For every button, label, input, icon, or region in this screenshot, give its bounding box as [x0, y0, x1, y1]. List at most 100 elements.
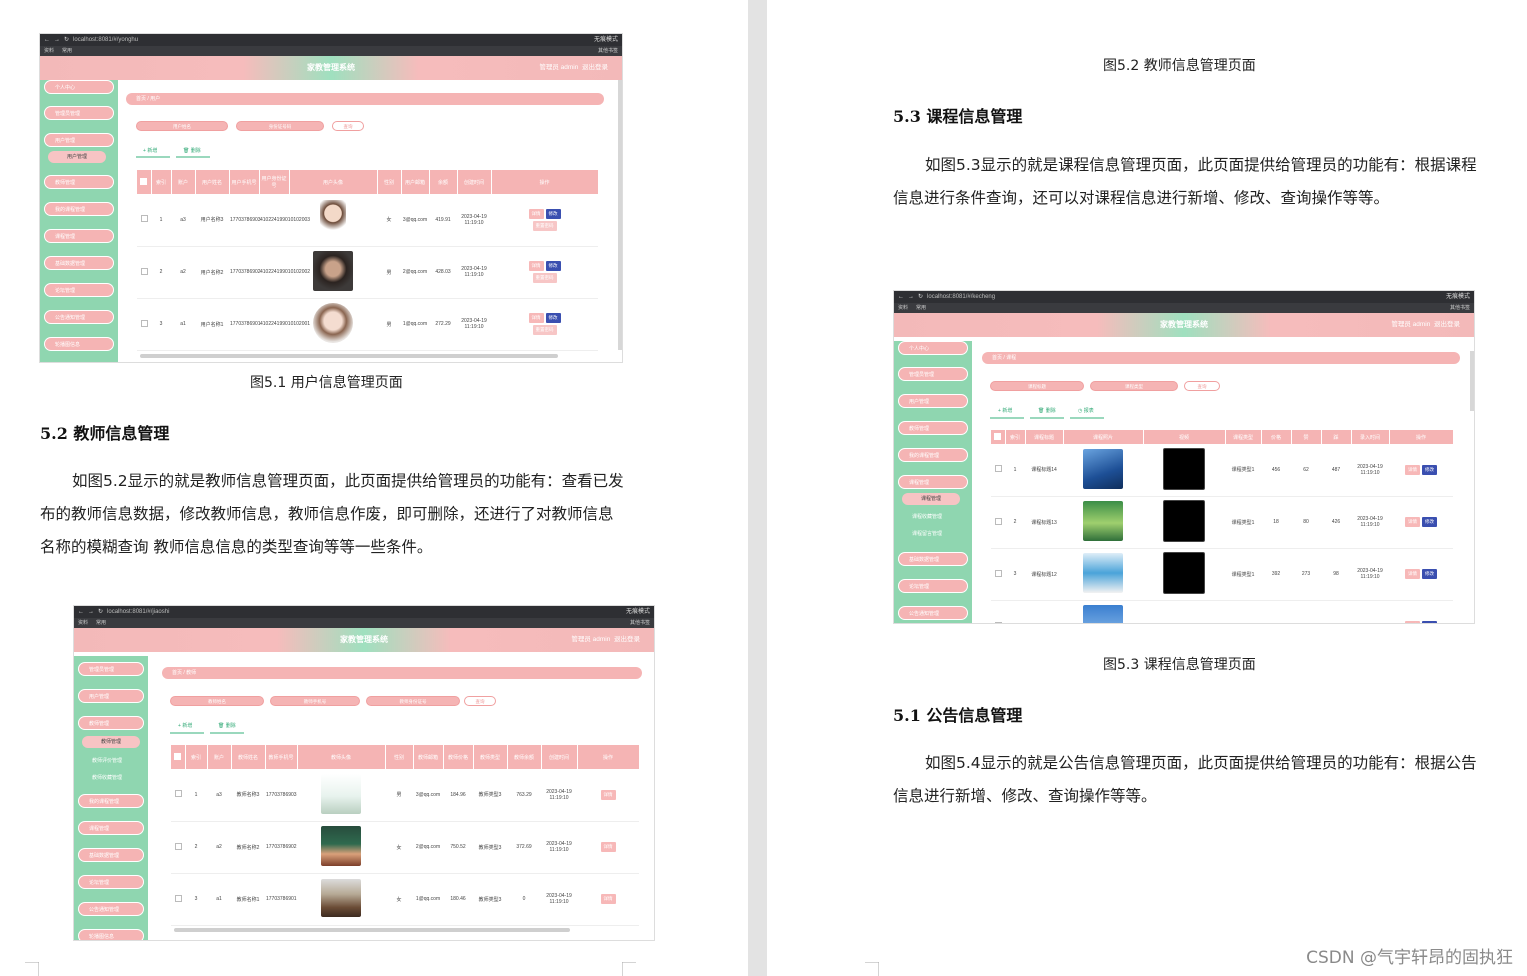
section-paragraph: 如图5.3显示的就是课程信息管理页面，此页面提供给管理员的功能有：根据课程信息进… [893, 156, 1477, 207]
cell: 0 [507, 873, 541, 926]
sidebar-item: 课程管理 [44, 229, 114, 243]
cell: 2023-04-19 11:19:10 [541, 769, 577, 822]
cell: 男 [377, 246, 401, 299]
video-thumbnail [1163, 447, 1205, 490]
sidebar: 个人中心 管理员管理 用户管理 用户管理 教师管理 我的课程管理 课程管理 基础… [40, 80, 118, 362]
cell: a2 [171, 246, 195, 299]
cell: 2 [151, 246, 171, 299]
sidebar-item: 论坛管理 [898, 579, 968, 593]
cell: 2023-04-19 11:19:10 [457, 246, 491, 299]
vertical-scrollbar [618, 80, 622, 350]
cell: 2023-04-19 11:19:10 [457, 298, 491, 351]
forward-icon: → [88, 609, 94, 615]
cell: 课程标题13 [1025, 496, 1063, 549]
cell: 1@qq.com [413, 873, 443, 926]
cell: 用户名称3 [195, 194, 229, 247]
column-header: 教师价格 [443, 745, 474, 769]
cell [1005, 600, 1025, 623]
cell: 教师名称3 [231, 769, 265, 822]
breadcrumb: 首页 / 课程 [982, 352, 1460, 364]
column-header: 价格 [1261, 430, 1292, 444]
search-input: 教师姓名 [170, 696, 264, 706]
search-button: 查询 [332, 121, 364, 131]
column-header: 教师邮箱 [413, 745, 444, 769]
search-input: 教师身份证号 [366, 696, 460, 706]
address-bar: localhost:8081/#/kecheng [927, 294, 996, 300]
column-header: 性别 [377, 170, 402, 194]
vertical-scrollbar [1470, 351, 1474, 411]
edit-button: 修改 [1422, 517, 1437, 527]
detail-button: 详情 [528, 261, 544, 271]
document-page-left: ← → ↻ localhost:8081/#/yonghu 无痕模式 资料 常用 其… [0, 0, 748, 976]
sidebar-item: 论坛管理 [78, 875, 144, 889]
course-photo [1083, 605, 1123, 623]
bookmarks-bar: 资料 常用 其他书签 [894, 303, 1474, 313]
cell: 62 [1291, 444, 1321, 497]
reset-password-button: 重置密码 [532, 273, 557, 283]
sidebar-item: 用户管理 [898, 394, 968, 408]
sidebar-item: 课程管理 [898, 475, 968, 489]
sidebar-item: 基础数据管理 [898, 552, 968, 566]
cell: 2@qq.com [401, 246, 429, 299]
cell: 17703786901 [229, 298, 261, 351]
sidebar-item: 我的课程管理 [44, 202, 114, 216]
edit-button: 修改 [1422, 464, 1437, 475]
app-title: 家教管理系统 [1160, 320, 1208, 329]
column-header: 录入时间 [1351, 430, 1390, 444]
sidebar-item: 基础数据管理 [44, 256, 114, 270]
sidebar-item: 公告通知管理 [44, 310, 114, 324]
bookmark-item: 常用 [96, 620, 107, 626]
submenu-item: 课程管理 [902, 493, 960, 505]
breadcrumb: 首页 / 用户 [126, 93, 604, 105]
bookmark-item: 资料 [44, 48, 55, 54]
other-bookmarks: 其他书签 [629, 620, 650, 626]
cell: 273 [1291, 548, 1321, 601]
address-bar: localhost:8081/#/jiaoshi [107, 609, 170, 615]
cell: 17703786903 [229, 194, 261, 247]
column-header: 踩 [1321, 430, 1352, 444]
sidebar-item: 用户管理 [44, 133, 114, 147]
watermark: CSDN @气宇轩昂的固执狂 [1306, 948, 1513, 968]
cell: 3@qq.com [401, 194, 429, 247]
horizontal-scrollbar [140, 354, 558, 358]
search-input: 课程标题 [990, 381, 1084, 391]
sidebar-item: 教师管理 [44, 175, 114, 189]
cell: a3 [207, 769, 231, 822]
cell: 课程类型1 [1225, 548, 1261, 601]
cell: 女 [385, 821, 413, 874]
edit-button: 修改 [545, 208, 561, 219]
cell: 1 [1005, 444, 1025, 497]
cell: 2023-04 [1351, 600, 1389, 623]
column-header: 账户 [207, 745, 232, 769]
cell: 课程类型 [1225, 600, 1261, 623]
cell: 426 [1321, 496, 1351, 549]
back-icon: ← [898, 294, 904, 300]
submenu-item: 课程留言管理 [912, 531, 943, 537]
table-header: 索引 课程标题 课程照片 视频 课程类型 价格 赞 踩 录入时间 操作 [991, 430, 1454, 444]
back-icon: ← [44, 37, 50, 43]
app-header: 家教管理系统 管理员 admin 退出登录 [74, 628, 654, 652]
cell: 18 [1261, 496, 1291, 549]
cell: 3 [1005, 548, 1025, 601]
cell: 456 [1261, 444, 1291, 497]
table-header: 索引 账户 用户姓名 用户手机号 用户身份证号 用户头像 性别 用户邮箱 余额 … [137, 170, 599, 194]
cell: 80 [1291, 496, 1321, 549]
reload-icon: ↻ [64, 37, 70, 43]
column-header: 用户姓名 [195, 170, 230, 194]
detail-button: 详情 [1405, 517, 1420, 527]
sidebar-item: 轮播图信息 [44, 337, 114, 351]
course-photo [1083, 448, 1123, 489]
course-photo [1083, 553, 1123, 593]
cell: a2 [207, 821, 231, 874]
incognito-label: 无痕模式 [1445, 294, 1470, 300]
column-header: 余额 [429, 170, 458, 194]
detail-button: 详情 [600, 894, 616, 904]
column-header: 账户 [171, 170, 196, 194]
horizontal-scrollbar [174, 928, 570, 932]
column-header: 教师余额 [507, 745, 542, 769]
delete-button: 删除 [225, 723, 236, 729]
logout-link: 退出登录 [614, 636, 640, 643]
detail-button: 详情 [1405, 464, 1420, 475]
cell: 2023-04-19 11:19:10 [541, 821, 577, 874]
sidebar-item: 教师管理 [78, 716, 144, 730]
